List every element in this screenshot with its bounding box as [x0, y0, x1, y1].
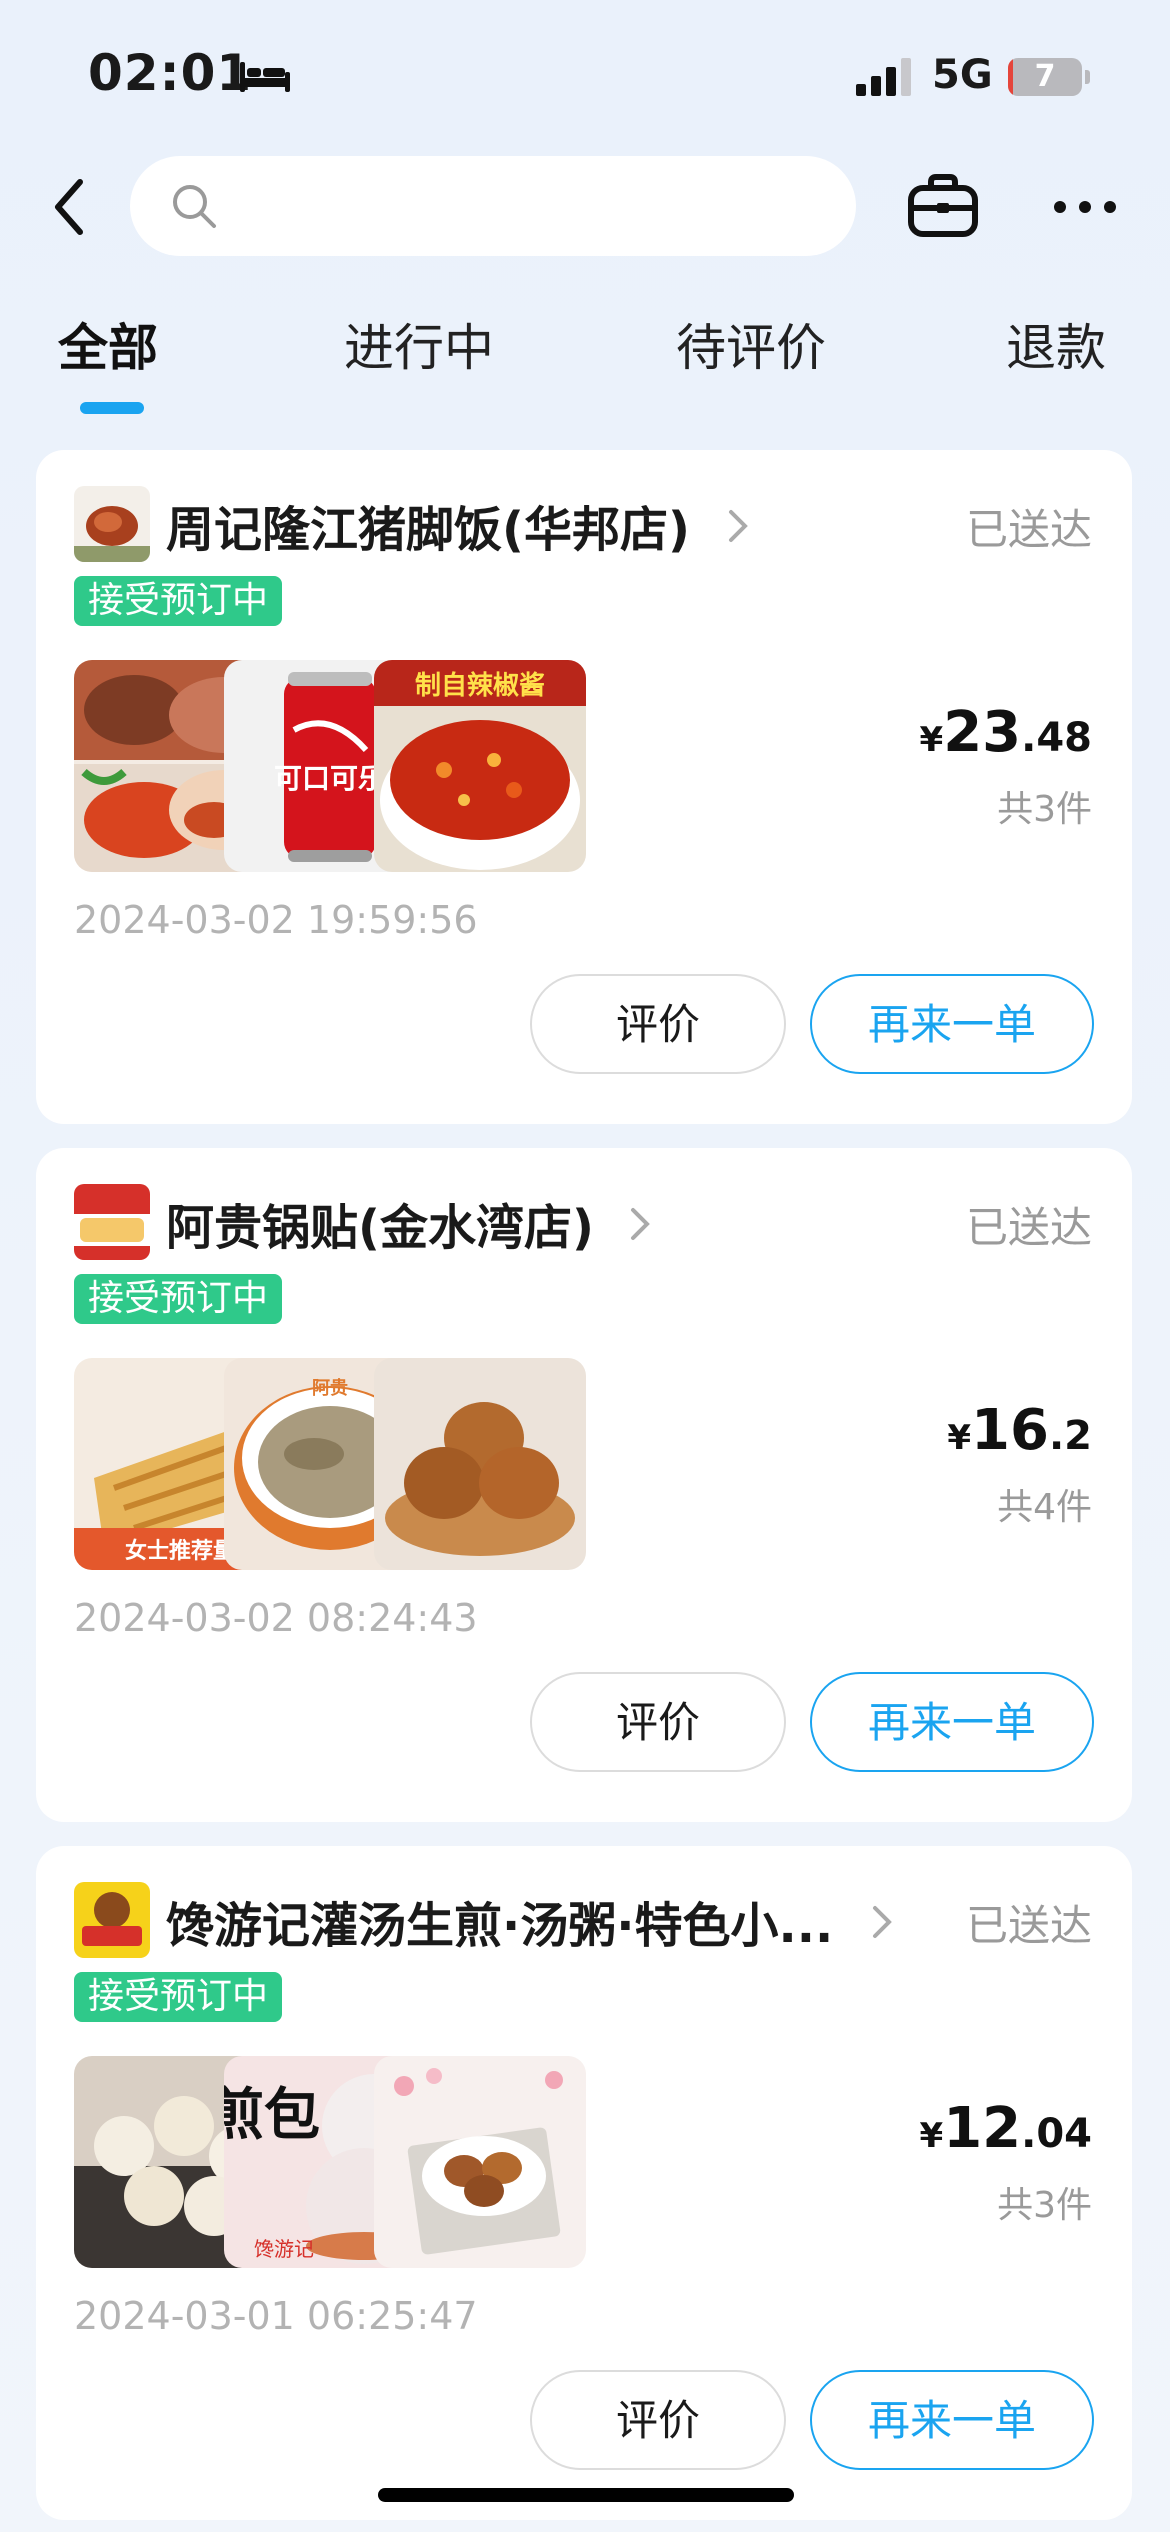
chili-sauce-image[interactable]: 制自辣椒酱 [374, 660, 586, 872]
more-dots-icon [1054, 201, 1116, 213]
order-card[interactable]: 馋游记灌汤生煎·汤粥·特色小... 已送达 接受预订中 煎包 馋游记 ¥12.0… [36, 1846, 1132, 2520]
battery-indicator: 7 [1008, 58, 1090, 96]
shop-name[interactable]: 馋游记灌汤生煎·汤粥·特色小... [166, 1886, 833, 1956]
signal-icon [856, 58, 911, 96]
network-type: 5G [932, 52, 993, 98]
status-time: 02:01 [88, 44, 253, 102]
review-button[interactable]: 评价 [530, 974, 786, 1074]
briefcase-button[interactable] [906, 170, 980, 244]
search-bar[interactable] [130, 156, 856, 256]
reorder-button[interactable]: 再来一单 [810, 2370, 1094, 2470]
order-time: 2024-03-02 08:24:43 [74, 1596, 478, 1640]
reorder-button[interactable]: 再来一单 [810, 1672, 1094, 1772]
tab-refund[interactable]: 退款 [1006, 308, 1106, 380]
shop-name[interactable]: 阿贵锅贴(金水湾店) [166, 1188, 594, 1258]
order-card[interactable]: 周记隆江猪脚饭(华邦店) 已送达 接受预订中 可口可乐 制自辣椒酱 ¥23.48… [36, 450, 1132, 1124]
battery-level: 7 [1034, 59, 1056, 94]
tab-in-progress[interactable]: 进行中 [344, 308, 494, 380]
braised-eggs-image[interactable] [374, 2056, 586, 2268]
item-count: 共3件 [997, 2185, 1092, 2226]
order-status: 已送达 [965, 1203, 1092, 1252]
tab-to-review[interactable]: 待评价 [676, 308, 826, 380]
potstickers-caption: 女士推荐量 [125, 1538, 235, 1564]
chevron-right-icon[interactable] [726, 506, 750, 546]
bowl-label: 阿贵 [312, 1378, 348, 1399]
review-button[interactable]: 评价 [530, 2370, 786, 2470]
order-price: ¥12.04 [919, 2096, 1092, 2161]
status-bar: 02:01 5G 7 [0, 0, 1170, 150]
sauce-label: 制自辣椒酱 [415, 670, 545, 701]
shop-logo[interactable] [74, 1184, 150, 1260]
briefcase-icon [908, 174, 978, 237]
brand-text: 馋游记 [254, 2237, 314, 2261]
chevron-right-icon[interactable] [870, 1902, 894, 1942]
reservation-badge: 接受预订中 [74, 1972, 283, 2022]
shop-name[interactable]: 周记隆江猪脚饭(华邦店) [166, 490, 690, 560]
order-price: ¥23.48 [919, 700, 1092, 765]
order-time: 2024-03-02 19:59:56 [74, 898, 478, 942]
order-time: 2024-03-01 06:25:47 [74, 2294, 478, 2338]
reorder-button[interactable]: 再来一单 [810, 974, 1094, 1074]
tea-eggs-image[interactable] [374, 1358, 586, 1570]
jianbao-text: 煎包 [224, 2083, 320, 2148]
order-tabs: 全部 进行中 待评价 退款 [0, 308, 1170, 418]
tab-all[interactable]: 全部 [58, 308, 158, 380]
active-tab-indicator [80, 402, 144, 414]
order-status: 已送达 [965, 505, 1092, 554]
review-button[interactable]: 评价 [530, 1672, 786, 1772]
item-count: 共3件 [997, 789, 1092, 830]
cola-label: 可口可乐 [274, 762, 386, 795]
reservation-badge: 接受预订中 [74, 576, 283, 626]
reservation-badge: 接受预订中 [74, 1274, 283, 1324]
item-count: 共4件 [997, 1487, 1092, 1528]
order-status: 已送达 [965, 1901, 1092, 1950]
more-button[interactable] [1052, 190, 1118, 224]
home-indicator[interactable] [378, 2488, 794, 2502]
search-icon [173, 185, 216, 228]
order-price: ¥16.2 [947, 1398, 1092, 1463]
back-button[interactable] [40, 170, 100, 244]
search-input[interactable] [230, 156, 830, 256]
bed-icon [240, 62, 290, 92]
order-card[interactable]: 阿贵锅贴(金水湾店) 已送达 接受预订中 女士推荐量 阿贵 ¥16.2 共4件 … [36, 1148, 1132, 1822]
chevron-right-icon[interactable] [628, 1204, 652, 1244]
shop-logo[interactable] [74, 486, 150, 562]
chevron-left-icon [55, 179, 83, 235]
shop-logo[interactable] [74, 1882, 150, 1958]
order-list-page: 02:01 5G 7 全部 进行中 待评价 退款 周记隆江猪脚饭(华邦店) 已送… [0, 0, 1170, 2532]
